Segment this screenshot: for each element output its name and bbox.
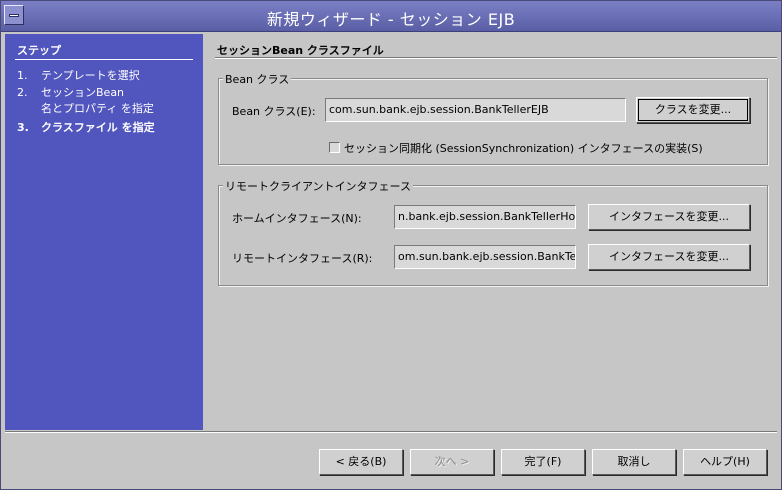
panel-divider bbox=[215, 57, 777, 59]
footer-divider bbox=[5, 431, 777, 433]
remote-interface-label: リモートインタフェース(R): bbox=[232, 252, 373, 265]
change-home-interface-button[interactable]: インタフェースを変更... bbox=[588, 204, 750, 230]
home-interface-field[interactable]: n.bank.ejb.session.BankTellerHome bbox=[394, 205, 576, 229]
remote-interface-field[interactable]: om.sun.bank.ejb.session.BankTeller bbox=[394, 245, 576, 269]
home-interface-label: ホームインタフェース(N): bbox=[232, 212, 362, 225]
step-number: 3. bbox=[17, 121, 29, 134]
remote-interface-group: リモートクライアントインタフェース bbox=[218, 178, 768, 286]
step-2: 2. セッションBean 名とプロパティ を指定 bbox=[17, 85, 154, 117]
session-sync-label: セッション同期化 (SessionSynchronization) インタフェー… bbox=[344, 142, 703, 155]
step-label: セッションBean 名とプロパティ を指定 bbox=[41, 85, 154, 117]
title-bar[interactable]: 新規ウィザード - セッション EJB bbox=[1, 1, 781, 32]
step-3-current: 3. クラスファイル を指定 bbox=[17, 120, 155, 136]
step-label: クラスファイル を指定 bbox=[41, 121, 155, 134]
steps-divider bbox=[15, 59, 193, 60]
remote-group-title: リモートクライアントインタフェース bbox=[223, 178, 414, 194]
help-button[interactable]: ヘルプ(H) bbox=[683, 449, 767, 475]
window-title: 新規ウィザード - セッション EJB bbox=[266, 10, 516, 29]
bean-class-field[interactable]: com.sun.bank.ejb.session.BankTellerEJB bbox=[325, 98, 626, 122]
step-label-line1: セッションBean bbox=[41, 86, 125, 99]
step-1: 1. テンプレートを選択 bbox=[17, 68, 140, 84]
panel-title: セッションBean クラスファイル bbox=[217, 44, 384, 57]
bean-class-label: Bean クラス(E): bbox=[232, 105, 316, 118]
wizard-window: 新規ウィザード - セッション EJB ステップ 1. テンプレートを選択 2. セ… bbox=[0, 0, 782, 490]
steps-panel: ステップ 1. テンプレートを選択 2. セッションBean 名とプロパティ を指定 … bbox=[5, 34, 203, 430]
step-label: テンプレートを選択 bbox=[41, 69, 140, 82]
back-button[interactable]: < 戻る(B) bbox=[319, 449, 403, 475]
change-remote-interface-button[interactable]: インタフェースを変更... bbox=[588, 244, 750, 270]
step-label-line2: 名とプロパティ を指定 bbox=[41, 102, 154, 115]
next-button[interactable]: 次へ > bbox=[410, 449, 494, 475]
step-number: 1. bbox=[17, 69, 28, 82]
session-sync-checkbox[interactable] bbox=[329, 142, 340, 153]
change-class-button[interactable]: クラスを変更... bbox=[636, 97, 750, 123]
finish-button[interactable]: 完了(F) bbox=[501, 449, 585, 475]
bean-group-title: Bean クラス bbox=[223, 71, 292, 87]
cancel-button[interactable]: 取消し bbox=[592, 449, 676, 475]
step-number: 2. bbox=[17, 86, 28, 99]
steps-header: ステップ bbox=[17, 44, 61, 57]
